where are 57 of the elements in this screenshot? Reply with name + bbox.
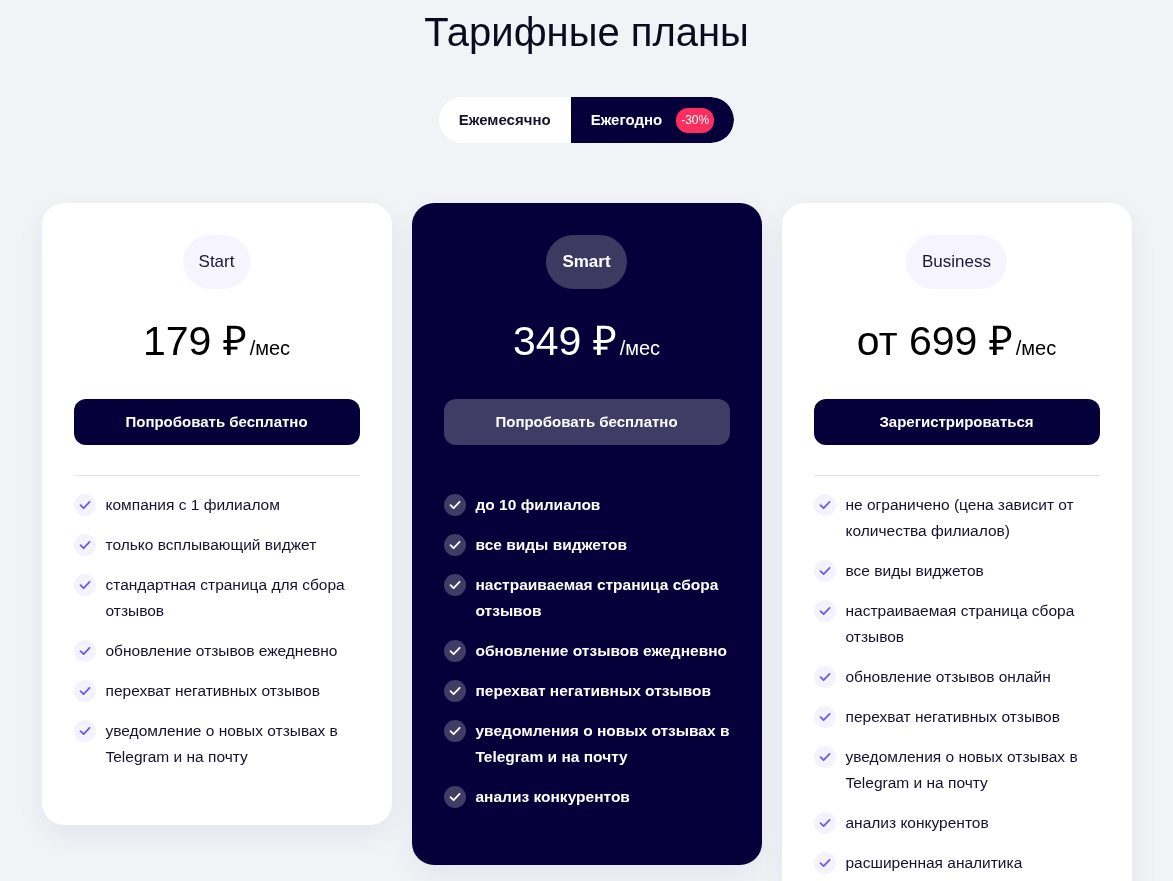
discount-badge: -30%: [676, 107, 715, 133]
check-icon: [443, 786, 466, 808]
plan-price: 179 ₽: [142, 318, 247, 364]
check-icon: [73, 720, 96, 742]
feature-text: перехват негативных отзывов: [105, 681, 320, 701]
price-period: /мес: [619, 337, 661, 359]
feature-text: перехват негативных отзывов: [845, 707, 1060, 727]
check-icon: [813, 812, 836, 834]
plan-button[interactable]: Попробовать бесплатно: [443, 399, 730, 445]
plan-button[interactable]: Попробовать бесплатно: [73, 399, 360, 445]
feature-text: анализ конкурентов: [475, 787, 630, 807]
billing-tab[interactable]: Ежегодно -30%: [570, 97, 735, 143]
check-icon: [813, 600, 836, 622]
feature-text: настраиваемая страница сбора отзывов: [845, 601, 1076, 647]
feature-text: компания с 1 филиалом: [105, 495, 280, 515]
check-icon: [73, 494, 96, 516]
check-icon: [443, 720, 466, 742]
check-icon: [813, 852, 836, 874]
plan-button[interactable]: Зарегистрироваться: [813, 399, 1100, 445]
feature-text: перехват негативных отзывов: [475, 681, 711, 701]
plan-name: Business: [906, 235, 1007, 289]
feature-text: обновление отзывов онлайн: [845, 667, 1051, 687]
check-icon: [73, 640, 96, 662]
feature-text: до 10 филиалов: [475, 495, 601, 515]
check-icon: [443, 534, 466, 556]
check-icon: [813, 494, 836, 516]
plan-name: Smart: [546, 235, 627, 289]
check-icon: [813, 706, 836, 728]
plan-price: 349 ₽: [512, 318, 617, 364]
plan-price: от 699 ₽: [856, 318, 1013, 364]
feature-text: не ограничено (цена зависит от количества филиалов): [845, 495, 1075, 541]
check-icon: [813, 560, 836, 582]
check-icon: [813, 666, 836, 688]
feature-text: все виды виджетов: [475, 535, 628, 555]
feature-text: все виды виджетов: [845, 561, 984, 581]
check-icon: [813, 746, 836, 768]
feature-text: уведомления о новых отзывах в Telegram и на почту: [475, 721, 730, 767]
check-icon: [443, 574, 466, 596]
page-title: Тарифные планы: [424, 9, 749, 56]
feature-text: обновление отзывов ежедневно: [475, 641, 728, 661]
feature-text: настраиваемая страница сбора отзывов: [475, 575, 720, 621]
check-icon: [443, 680, 466, 702]
plan-name: Start: [182, 235, 251, 289]
price-period: /мес: [249, 337, 291, 359]
check-icon: [443, 494, 466, 516]
feature-text: расширенная аналитика: [845, 853, 1023, 873]
check-icon: [443, 640, 466, 662]
check-icon: [73, 534, 96, 556]
feature-text: только всплывающий виджет: [105, 535, 317, 555]
feature-text: стандартная страница для сбора отзывов: [105, 575, 346, 621]
price-period: /мес: [1015, 337, 1057, 359]
check-icon: [73, 680, 96, 702]
feature-text: уведомления о новых отзывах в Telegram и на почту: [845, 747, 1079, 793]
check-icon: [73, 574, 96, 596]
feature-text: уведомление о новых отзывах в Telegram и на почту: [105, 721, 339, 767]
feature-text: обновление отзывов ежедневно: [105, 641, 338, 661]
feature-text: анализ конкурентов: [845, 813, 989, 833]
